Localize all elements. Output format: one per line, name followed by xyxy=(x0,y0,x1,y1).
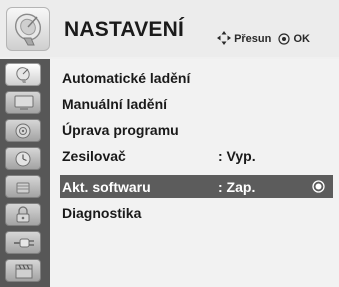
menu-item-label: Zesilovač xyxy=(62,148,126,164)
tv-screen-icon xyxy=(14,95,34,110)
navigation-hint: Přesun OK xyxy=(217,31,310,45)
category-sidebar xyxy=(0,59,50,287)
menu-item-value: : Vyp. xyxy=(218,148,256,164)
radio-selected-icon xyxy=(312,180,325,193)
tv-settings-screen: NASTAVENÍ Přesun OK Automatické ladění M… xyxy=(0,0,339,287)
film-clapper-icon xyxy=(15,264,33,279)
menu-item-label: Automatické ladění xyxy=(62,70,191,86)
arrows-icon xyxy=(217,31,231,45)
menu-item-value: : Zap. xyxy=(218,179,256,195)
sidebar-item-audio[interactable] xyxy=(5,119,41,142)
options-lock-icon xyxy=(16,206,30,223)
sidebar-item-time[interactable] xyxy=(5,147,41,170)
page-title: NASTAVENÍ xyxy=(64,18,185,41)
speaker-icon xyxy=(15,123,31,139)
input-plug-icon xyxy=(14,238,34,248)
ok-hint-label: OK xyxy=(293,33,310,45)
menu-item-diagnostics[interactable]: Diagnostika xyxy=(60,201,333,224)
menu-header: NASTAVENÍ Přesun OK xyxy=(0,0,339,57)
menu-item-label: Diagnostika xyxy=(62,205,142,221)
clock-icon xyxy=(15,151,31,167)
satellite-dish-icon xyxy=(16,67,30,83)
menu-item-label: Manuální ladění xyxy=(62,96,168,112)
menu-item-label: Akt. softwaru xyxy=(62,179,151,195)
menu-item-program-edit[interactable]: Úprava programu xyxy=(60,118,333,141)
menu-item-manual-tuning[interactable]: Manuální ladění xyxy=(60,92,333,115)
move-hint-label: Přesun xyxy=(234,33,272,45)
menu-item-booster[interactable]: Zesilovač : Vyp. xyxy=(60,144,333,167)
menu-item-label: Úprava programu xyxy=(62,122,179,138)
move-hint: Přesun xyxy=(217,31,271,45)
sidebar-item-picture[interactable] xyxy=(5,91,41,114)
sidebar-item-media[interactable] xyxy=(5,259,41,282)
menu-item-auto-tuning[interactable]: Automatické ladění xyxy=(60,66,333,89)
ok-button-icon xyxy=(278,33,291,45)
sidebar-item-option[interactable] xyxy=(5,203,41,226)
settings-menu-list: Automatické ladění Manuální ladění Úprav… xyxy=(50,59,339,287)
sidebar-item-input[interactable] xyxy=(5,231,41,254)
sidebar-item-setup[interactable] xyxy=(5,63,41,86)
menu-item-software-update[interactable]: Akt. softwaru : Zap. xyxy=(60,175,333,198)
ok-hint: OK xyxy=(278,33,310,45)
lock-icon xyxy=(16,182,30,194)
satellite-dish-icon xyxy=(6,7,50,51)
sidebar-item-lock[interactable] xyxy=(5,175,41,198)
